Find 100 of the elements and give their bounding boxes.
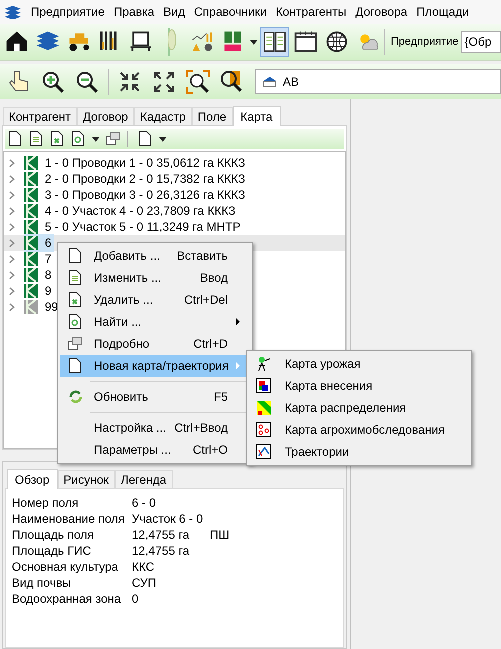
- dropdown-caret-icon[interactable]: [92, 136, 100, 142]
- tab[interactable]: Договор: [77, 107, 134, 125]
- window-stack-icon: [106, 131, 121, 147]
- tree-item[interactable]: 4 - 0 Участок 4 - 0 23,7809 га КККЗ: [24, 202, 238, 220]
- property-label: Вид почвы: [12, 575, 72, 592]
- search-document-icon: [71, 131, 86, 147]
- menu-item-label: Настройка ...: [94, 420, 166, 437]
- delete-document-icon: [50, 131, 65, 147]
- menu-item-label: Карта агрохимобследования: [285, 422, 445, 439]
- tree-item[interactable]: 3 - 0 Проводки 3 - 0 26,3126 га КККЗ: [24, 186, 248, 204]
- property-value: СУП: [132, 575, 158, 592]
- field-map-icon: [24, 284, 38, 298]
- edit-document-icon: [29, 131, 44, 147]
- property-value: 12,4755 га: [132, 527, 190, 544]
- toolbar-button[interactable]: [260, 27, 289, 57]
- menu-item[interactable]: Предприятие: [31, 3, 105, 21]
- menu-item[interactable]: Карта внесения: [249, 375, 469, 397]
- zoom-extent-icon: [185, 68, 211, 94]
- tree-item[interactable]: 7: [24, 250, 54, 268]
- tree-item[interactable]: 8: [24, 266, 54, 284]
- menu-item[interactable]: Обновить F5: [60, 386, 250, 408]
- document-icon: [68, 248, 82, 264]
- menu-item-label: Изменить ...: [94, 270, 162, 287]
- field-map-icon: [24, 172, 38, 186]
- property-value: 12,4755 га: [132, 543, 190, 560]
- menu-item-label: Найти ...: [94, 314, 142, 331]
- edit-document-button[interactable]: [29, 131, 44, 147]
- shortcut-label: Ctrl+Del: [184, 292, 228, 309]
- tab[interactable]: Легенда: [114, 470, 173, 488]
- menu-item[interactable]: Карта распределения: [249, 397, 469, 419]
- property-label: Водоохранная зона: [12, 591, 122, 608]
- calendar-icon: [292, 29, 318, 55]
- delete-document-icon: [68, 292, 82, 308]
- menu-item[interactable]: Правка: [114, 3, 155, 21]
- menu-item-label: Траектории: [285, 444, 350, 461]
- tree-item[interactable]: 2 - 0 Проводки 2 - 0 15,7382 га КККЗ: [24, 170, 248, 188]
- shortcut-label: Вставить: [177, 248, 228, 265]
- tree-item[interactable]: 6: [24, 234, 54, 252]
- zoom-extent-button[interactable]: [185, 68, 211, 96]
- property-label: Площадь ГИС: [12, 543, 92, 560]
- delete-document-button[interactable]: [50, 131, 65, 147]
- menu-item-label: Добавить ...: [94, 248, 160, 265]
- dropdown-caret-icon[interactable]: [159, 136, 167, 142]
- submenu-arrow-icon: [236, 362, 240, 370]
- figure-icon: [256, 356, 272, 372]
- menu-item[interactable]: Вид: [164, 3, 186, 21]
- trajectory-icon: [256, 444, 272, 460]
- menu-item[interactable]: Площади: [416, 3, 470, 21]
- tab[interactable]: Поле: [192, 107, 233, 125]
- menu-item[interactable]: Найти ...: [60, 311, 250, 333]
- shortcut-label: Ввод: [200, 270, 228, 287]
- field-map-icon: [24, 236, 38, 250]
- menu-item[interactable]: Траектории: [249, 441, 469, 463]
- layer-field[interactable]: АВ: [255, 69, 501, 94]
- menu-item[interactable]: Договора: [356, 3, 408, 21]
- tree-item[interactable]: 1 - 0 Проводки 1 - 0 35,0612 га КККЗ: [24, 154, 248, 172]
- tree-item[interactable]: 9: [24, 282, 54, 300]
- shortcut-label: Ctrl+D: [194, 336, 228, 353]
- document-icon: [8, 131, 23, 147]
- menu-item[interactable]: Справочники: [194, 3, 267, 21]
- menu-item[interactable]: Контрагенты: [276, 3, 347, 21]
- dropdown-caret-icon[interactable]: [250, 40, 258, 44]
- property-value: Участок 6 - 0: [132, 511, 204, 528]
- shortcut-label: Ctrl+Ввод: [174, 420, 228, 437]
- book-icon: [262, 29, 288, 55]
- details-button[interactable]: [106, 131, 121, 147]
- shortcut-label: F5: [214, 389, 228, 406]
- property-label: Номер поля: [12, 495, 80, 512]
- tab[interactable]: Рисунок: [58, 470, 115, 488]
- menu-item[interactable]: Карта агрохимобследования: [249, 419, 469, 441]
- menu-item[interactable]: Удалить ... Ctrl+Del: [60, 289, 250, 311]
- enterprise-field[interactable]: {Обр: [460, 31, 501, 53]
- field-map-icon: [24, 188, 38, 202]
- menu-item[interactable]: Изменить ... Ввод: [60, 267, 250, 289]
- menu-item[interactable]: Подробно Ctrl+D: [60, 333, 250, 355]
- field-map-icon: [24, 204, 38, 218]
- property-value: 0: [132, 591, 140, 608]
- property-label: Наименование поля: [12, 511, 126, 528]
- property-value: 6 - 0: [132, 495, 158, 512]
- menu-item-label: Обновить: [94, 389, 148, 406]
- new-button[interactable]: [138, 131, 153, 147]
- menu-item-label: Подробно: [94, 336, 150, 353]
- menu-item-label: Карта урожая: [285, 356, 361, 373]
- field-map-icon: [24, 156, 38, 170]
- menu-item[interactable]: Добавить ... Вставить: [60, 245, 250, 267]
- property-label: Площадь поля: [12, 527, 95, 544]
- document-button[interactable]: [8, 131, 23, 147]
- menu-item[interactable]: Карта урожая: [249, 353, 469, 375]
- menu-item-label: Параметры ...: [94, 442, 172, 459]
- menu-item-label: Удалить ...: [94, 292, 154, 309]
- tab[interactable]: Карта: [232, 106, 281, 126]
- document-icon: [138, 131, 153, 147]
- refresh-icon: [68, 389, 82, 405]
- menu-item[interactable]: Параметры ... Ctrl+O: [60, 439, 250, 461]
- menu-item[interactable]: Настройка ... Ctrl+Ввод: [60, 417, 250, 439]
- menu-item-label: Новая карта/траектория: [94, 358, 229, 375]
- tab[interactable]: Кадастр: [134, 107, 192, 125]
- tab[interactable]: Контрагент: [3, 107, 78, 125]
- search-document-button[interactable]: [71, 131, 86, 147]
- tab[interactable]: Обзор: [7, 469, 58, 489]
